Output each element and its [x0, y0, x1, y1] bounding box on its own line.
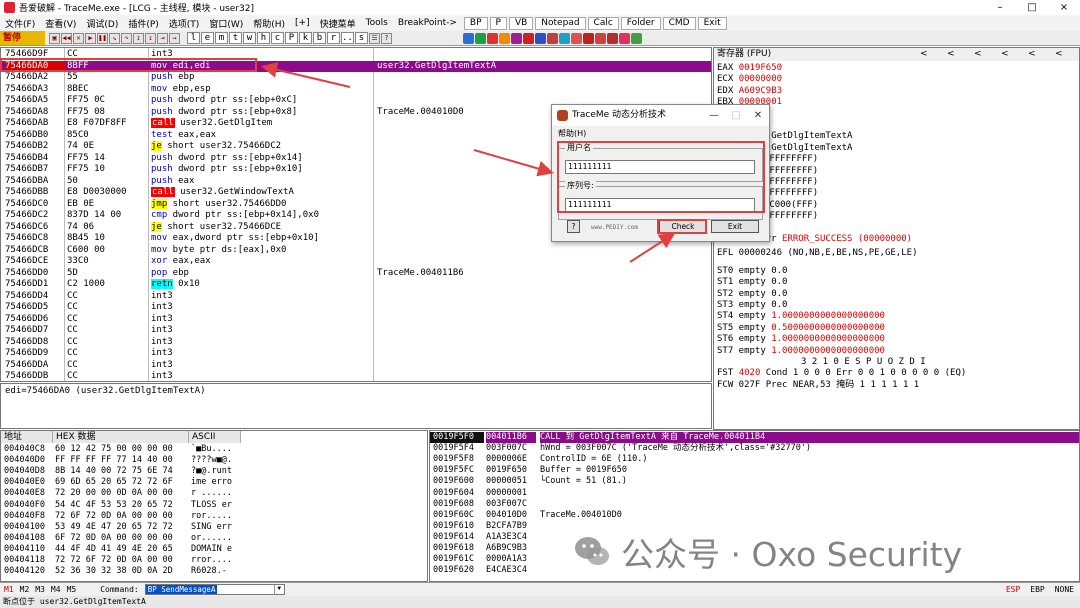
arrow-to-disasm	[261, 61, 351, 88]
wechat-icon	[573, 533, 611, 571]
annotation-arrows	[261, 61, 676, 263]
watermark: 公众号 · Oxo Security	[573, 528, 962, 576]
watermark-text: 公众号 · Oxo Security	[621, 535, 963, 574]
arrow-to-dialog	[473, 149, 554, 177]
arrow-to-check	[629, 232, 676, 263]
